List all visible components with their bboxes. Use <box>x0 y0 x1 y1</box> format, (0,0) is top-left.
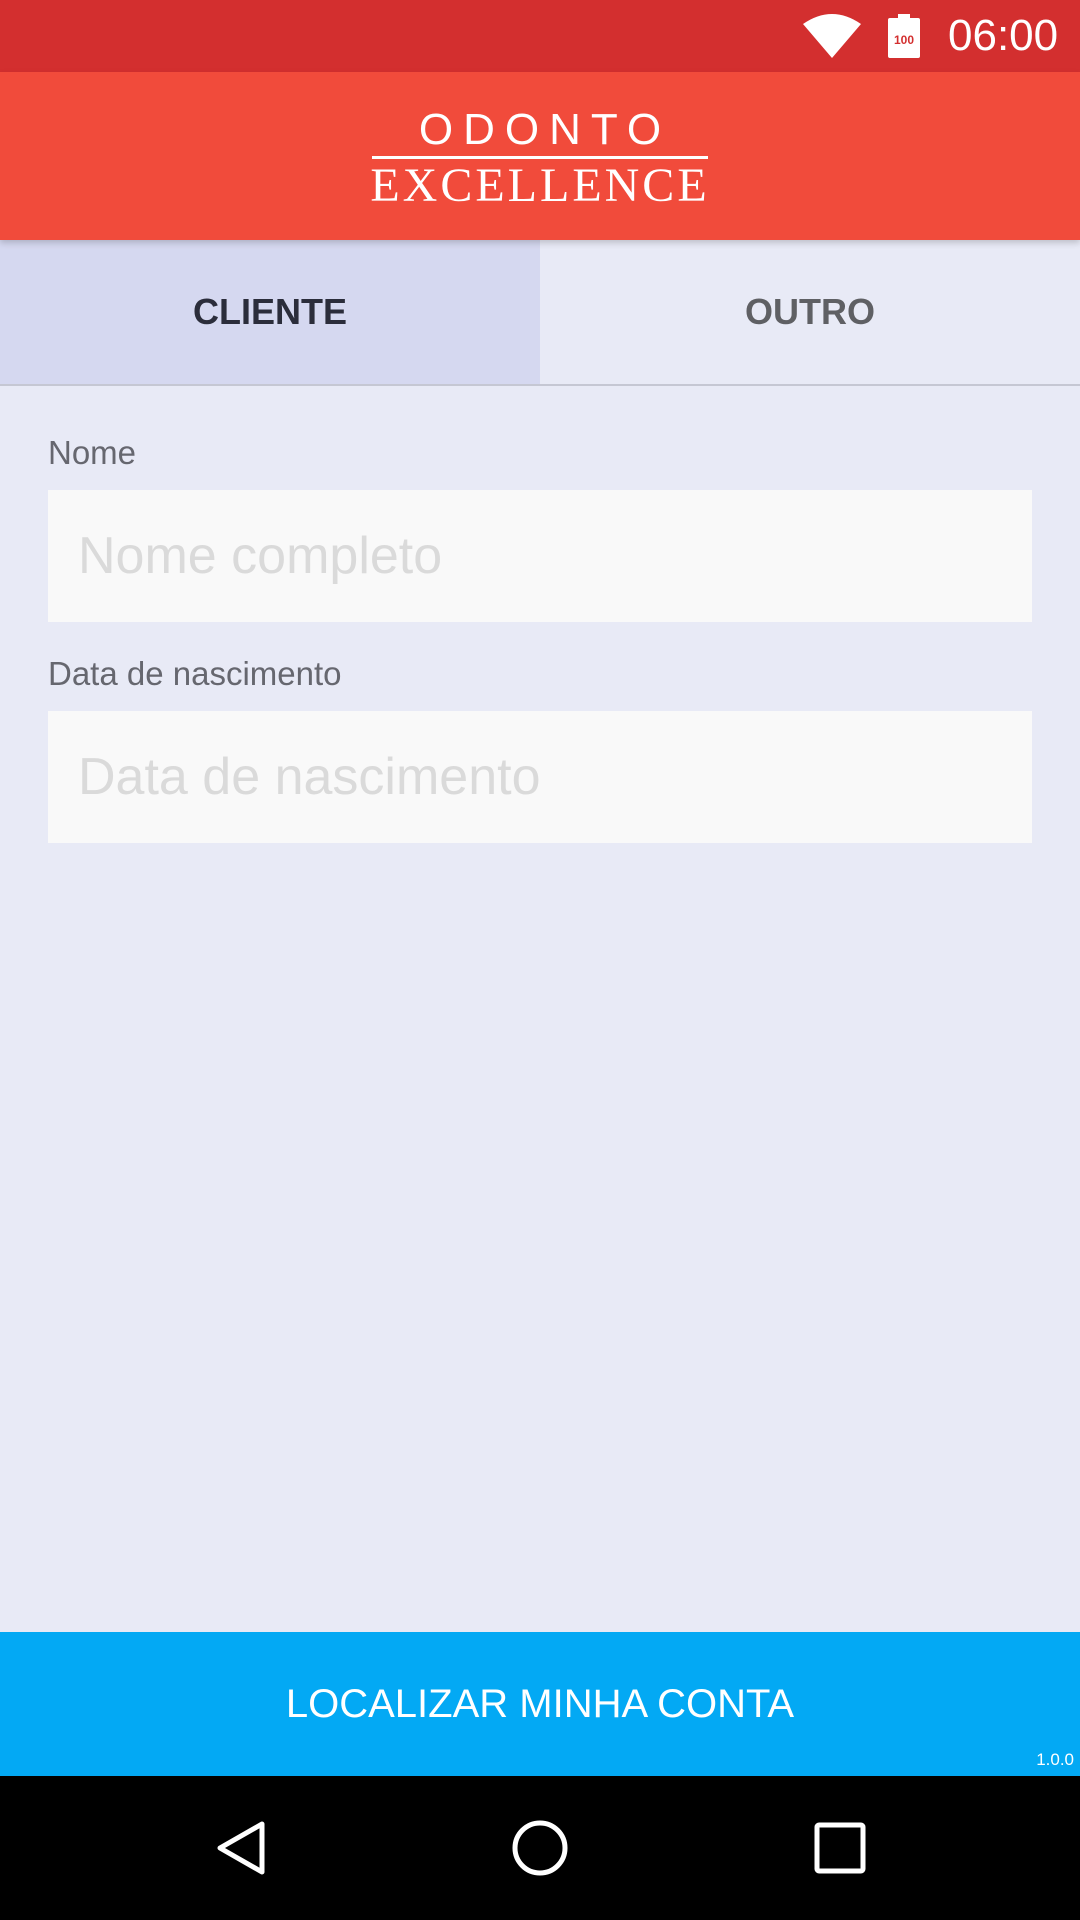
wifi-icon <box>803 14 861 58</box>
name-input[interactable] <box>48 490 1032 622</box>
name-label: Nome <box>48 434 137 471</box>
logo-line-1: ODONTO <box>418 105 672 154</box>
birthdate-input[interactable] <box>48 711 1032 843</box>
back-triangle-icon[interactable] <box>210 1818 270 1878</box>
navigation-bar <box>0 1776 1080 1920</box>
tab-outro[interactable]: OUTRO <box>540 240 1080 384</box>
birthdate-label: Data de nascimento <box>48 655 342 692</box>
app-version: 1.0.0 <box>1036 1750 1074 1769</box>
app-bar: ODONTO EXCELLENCE <box>0 72 1080 240</box>
logo-line-2: EXCELLENCE <box>370 159 710 212</box>
tab-bar: CLIENTE OUTRO <box>0 240 1080 386</box>
battery-level-text: 100 <box>894 33 914 47</box>
status-bar: 100 06:00 <box>0 0 1080 72</box>
recents-square-icon[interactable] <box>810 1818 870 1878</box>
brand-logo: ODONTO EXCELLENCE <box>340 105 740 211</box>
tab-cliente[interactable]: CLIENTE <box>0 240 540 384</box>
locate-account-button[interactable]: LOCALIZAR MINHA CONTA <box>0 1632 1080 1776</box>
home-circle-icon[interactable] <box>510 1818 570 1878</box>
status-clock: 06:00 <box>948 11 1059 60</box>
battery-icon: 100 <box>888 14 920 58</box>
